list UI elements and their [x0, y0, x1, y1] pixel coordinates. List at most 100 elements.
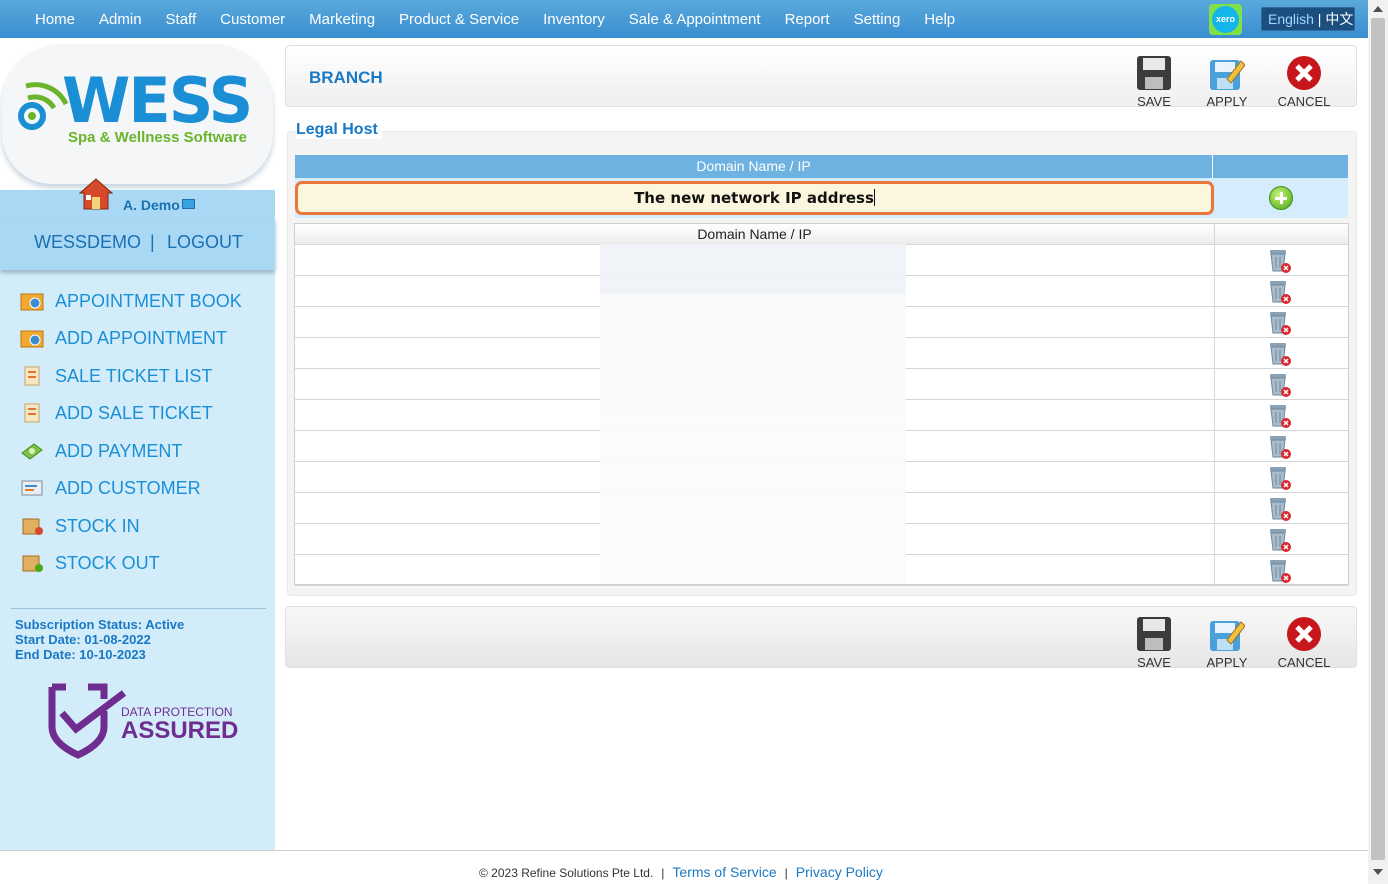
shield-check-icon [48, 683, 127, 759]
scroll-down-arrow-icon[interactable] [1373, 869, 1383, 875]
home-icon[interactable] [78, 176, 114, 212]
page-title: BRANCH [309, 68, 383, 87]
add-plus-icon[interactable] [1269, 186, 1293, 210]
scroll-thumb[interactable] [1371, 18, 1385, 860]
lang-english[interactable]: English [1268, 11, 1314, 27]
subscription-status: Subscription Status: Active [15, 617, 185, 632]
add-customer-icon [21, 480, 43, 496]
cancel-x-icon [1287, 56, 1321, 90]
footer-separator: | [661, 866, 665, 880]
save-button[interactable]: SAVE [1124, 51, 1184, 109]
table-column-header: Domain Name / IP [295, 224, 1215, 245]
nav-product-service[interactable]: Product & Service [399, 11, 519, 28]
menu-label: ADD PAYMENT [55, 441, 183, 461]
nav-help[interactable]: Help [924, 11, 955, 28]
menu-label: STOCK IN [55, 516, 140, 536]
apply-disk-pencil-icon [1210, 621, 1245, 651]
text-cursor [873, 189, 875, 206]
language-switcher[interactable]: English | 中文 [1261, 7, 1355, 31]
delete-trash-icon[interactable] [1267, 372, 1293, 398]
user-name: A. Demo [123, 197, 180, 213]
top-navigation-bar: Home Admin Staff Customer Marketing Prod… [0, 0, 1368, 38]
entry-header: Domain Name / IP [295, 155, 1348, 178]
footer-separator: | [784, 866, 788, 880]
cancel-label: CANCEL [1277, 94, 1331, 109]
computer-icon [182, 199, 195, 209]
stock-out-icon [22, 555, 43, 572]
delete-trash-icon[interactable] [1267, 558, 1293, 584]
lang-chinese[interactable]: 中文 [1325, 11, 1353, 27]
add-payment-icon [21, 443, 43, 460]
cancel-label: CANCEL [1277, 655, 1331, 670]
nav-home[interactable]: Home [35, 11, 75, 28]
delete-trash-icon[interactable] [1267, 248, 1293, 274]
redacted-area [600, 244, 906, 584]
apply-button[interactable]: APPLY [1197, 51, 1257, 109]
cancel-button-bottom[interactable]: CANCEL [1274, 612, 1334, 670]
delete-trash-icon[interactable] [1267, 496, 1293, 522]
apply-label: APPLY [1206, 94, 1248, 109]
sidebar: WESS Spa & Wellness Software A. Demo WES… [0, 38, 275, 850]
domain-ip-input[interactable]: The new network IP address [295, 181, 1214, 215]
logout-link[interactable]: LOGOUT [167, 232, 243, 253]
menu-add-payment[interactable]: ADD PAYMENT [18, 437, 268, 467]
wess-logo[interactable]: WESS Spa & Wellness Software [0, 38, 275, 190]
menu-label: STOCK OUT [55, 553, 160, 573]
menu-appointment-book[interactable]: APPOINTMENT BOOK [18, 287, 268, 317]
page-footer: © 2023 Refine Solutions Pte Ltd. | Terms o… [0, 850, 1368, 884]
menu-add-sale-ticket[interactable]: ADD SALE TICKET [18, 399, 268, 429]
cancel-x-icon [1287, 617, 1321, 651]
nav-customer[interactable]: Customer [220, 11, 285, 28]
delete-trash-icon[interactable] [1267, 341, 1293, 367]
apply-button-bottom[interactable]: APPLY [1197, 612, 1257, 670]
domain-ip-input-value: The new network IP address [634, 189, 874, 207]
nav-report[interactable]: Report [785, 11, 830, 28]
cancel-button[interactable]: CANCEL [1274, 51, 1334, 109]
page-scrollbar[interactable] [1368, 0, 1388, 884]
data-protection-badge: DATA PROTECTION ASSURED [48, 683, 238, 759]
page-header: BRANCH SAVE APPLY CANCEL [285, 45, 1357, 109]
domain-table: Domain Name / IP [294, 223, 1349, 586]
xero-button[interactable]: xero [1209, 4, 1242, 35]
section-title: Legal Host [296, 121, 382, 139]
menu-stock-in[interactable]: STOCK IN [18, 512, 268, 542]
apply-disk-pencil-icon [1210, 60, 1245, 90]
entry-column-header: Domain Name / IP [295, 155, 1213, 178]
nav-staff[interactable]: Staff [166, 11, 197, 28]
plus-vertical [1280, 192, 1283, 204]
nav-inventory[interactable]: Inventory [543, 11, 605, 28]
menu-sale-ticket-list[interactable]: SALE TICKET LIST [18, 362, 268, 392]
menu-add-customer[interactable]: ADD CUSTOMER [18, 474, 268, 504]
menu-stock-out[interactable]: STOCK OUT [18, 549, 268, 579]
delete-trash-icon[interactable] [1267, 434, 1293, 460]
terms-of-service-link[interactable]: Terms of Service [672, 864, 776, 880]
nav-marketing[interactable]: Marketing [309, 11, 375, 28]
logo-tagline: Spa & Wellness Software [68, 129, 247, 146]
save-button-bottom[interactable]: SAVE [1124, 612, 1184, 670]
subscription-info: Subscription Status: Active Start Date: … [11, 608, 266, 662]
subscription-start-date: Start Date: 01-08-2022 [15, 632, 151, 647]
badge-line-2: ASSURED [121, 717, 239, 744]
nav-admin[interactable]: Admin [99, 11, 142, 28]
menu-add-appointment[interactable]: ADD APPOINTMENT [18, 324, 268, 354]
privacy-policy-link[interactable]: Privacy Policy [796, 864, 883, 880]
menu-label: ADD APPOINTMENT [55, 328, 228, 348]
stock-in-icon [22, 518, 43, 535]
apply-label: APPLY [1206, 655, 1248, 670]
account-separator: | [150, 232, 155, 252]
account-name-link[interactable]: WESSDEMO [34, 232, 141, 253]
main-menu: Home Admin Staff Customer Marketing Prod… [23, 0, 967, 38]
delete-trash-icon[interactable] [1267, 403, 1293, 429]
scroll-up-arrow-icon[interactable] [1373, 6, 1383, 12]
delete-trash-icon[interactable] [1267, 465, 1293, 491]
bottom-toolbar: SAVE APPLY CANCEL [285, 606, 1357, 670]
delete-trash-icon[interactable] [1267, 527, 1293, 553]
floppy-disk-icon [1137, 617, 1171, 651]
nav-setting[interactable]: Setting [854, 11, 901, 28]
delete-trash-icon[interactable] [1267, 310, 1293, 336]
nav-sale-appointment[interactable]: Sale & Appointment [629, 11, 761, 28]
table-header: Domain Name / IP [295, 224, 1348, 245]
subscription-end-date: End Date: 10-10-2023 [15, 647, 146, 662]
delete-trash-icon[interactable] [1267, 279, 1293, 305]
add-sale-ticket-icon [24, 403, 40, 423]
